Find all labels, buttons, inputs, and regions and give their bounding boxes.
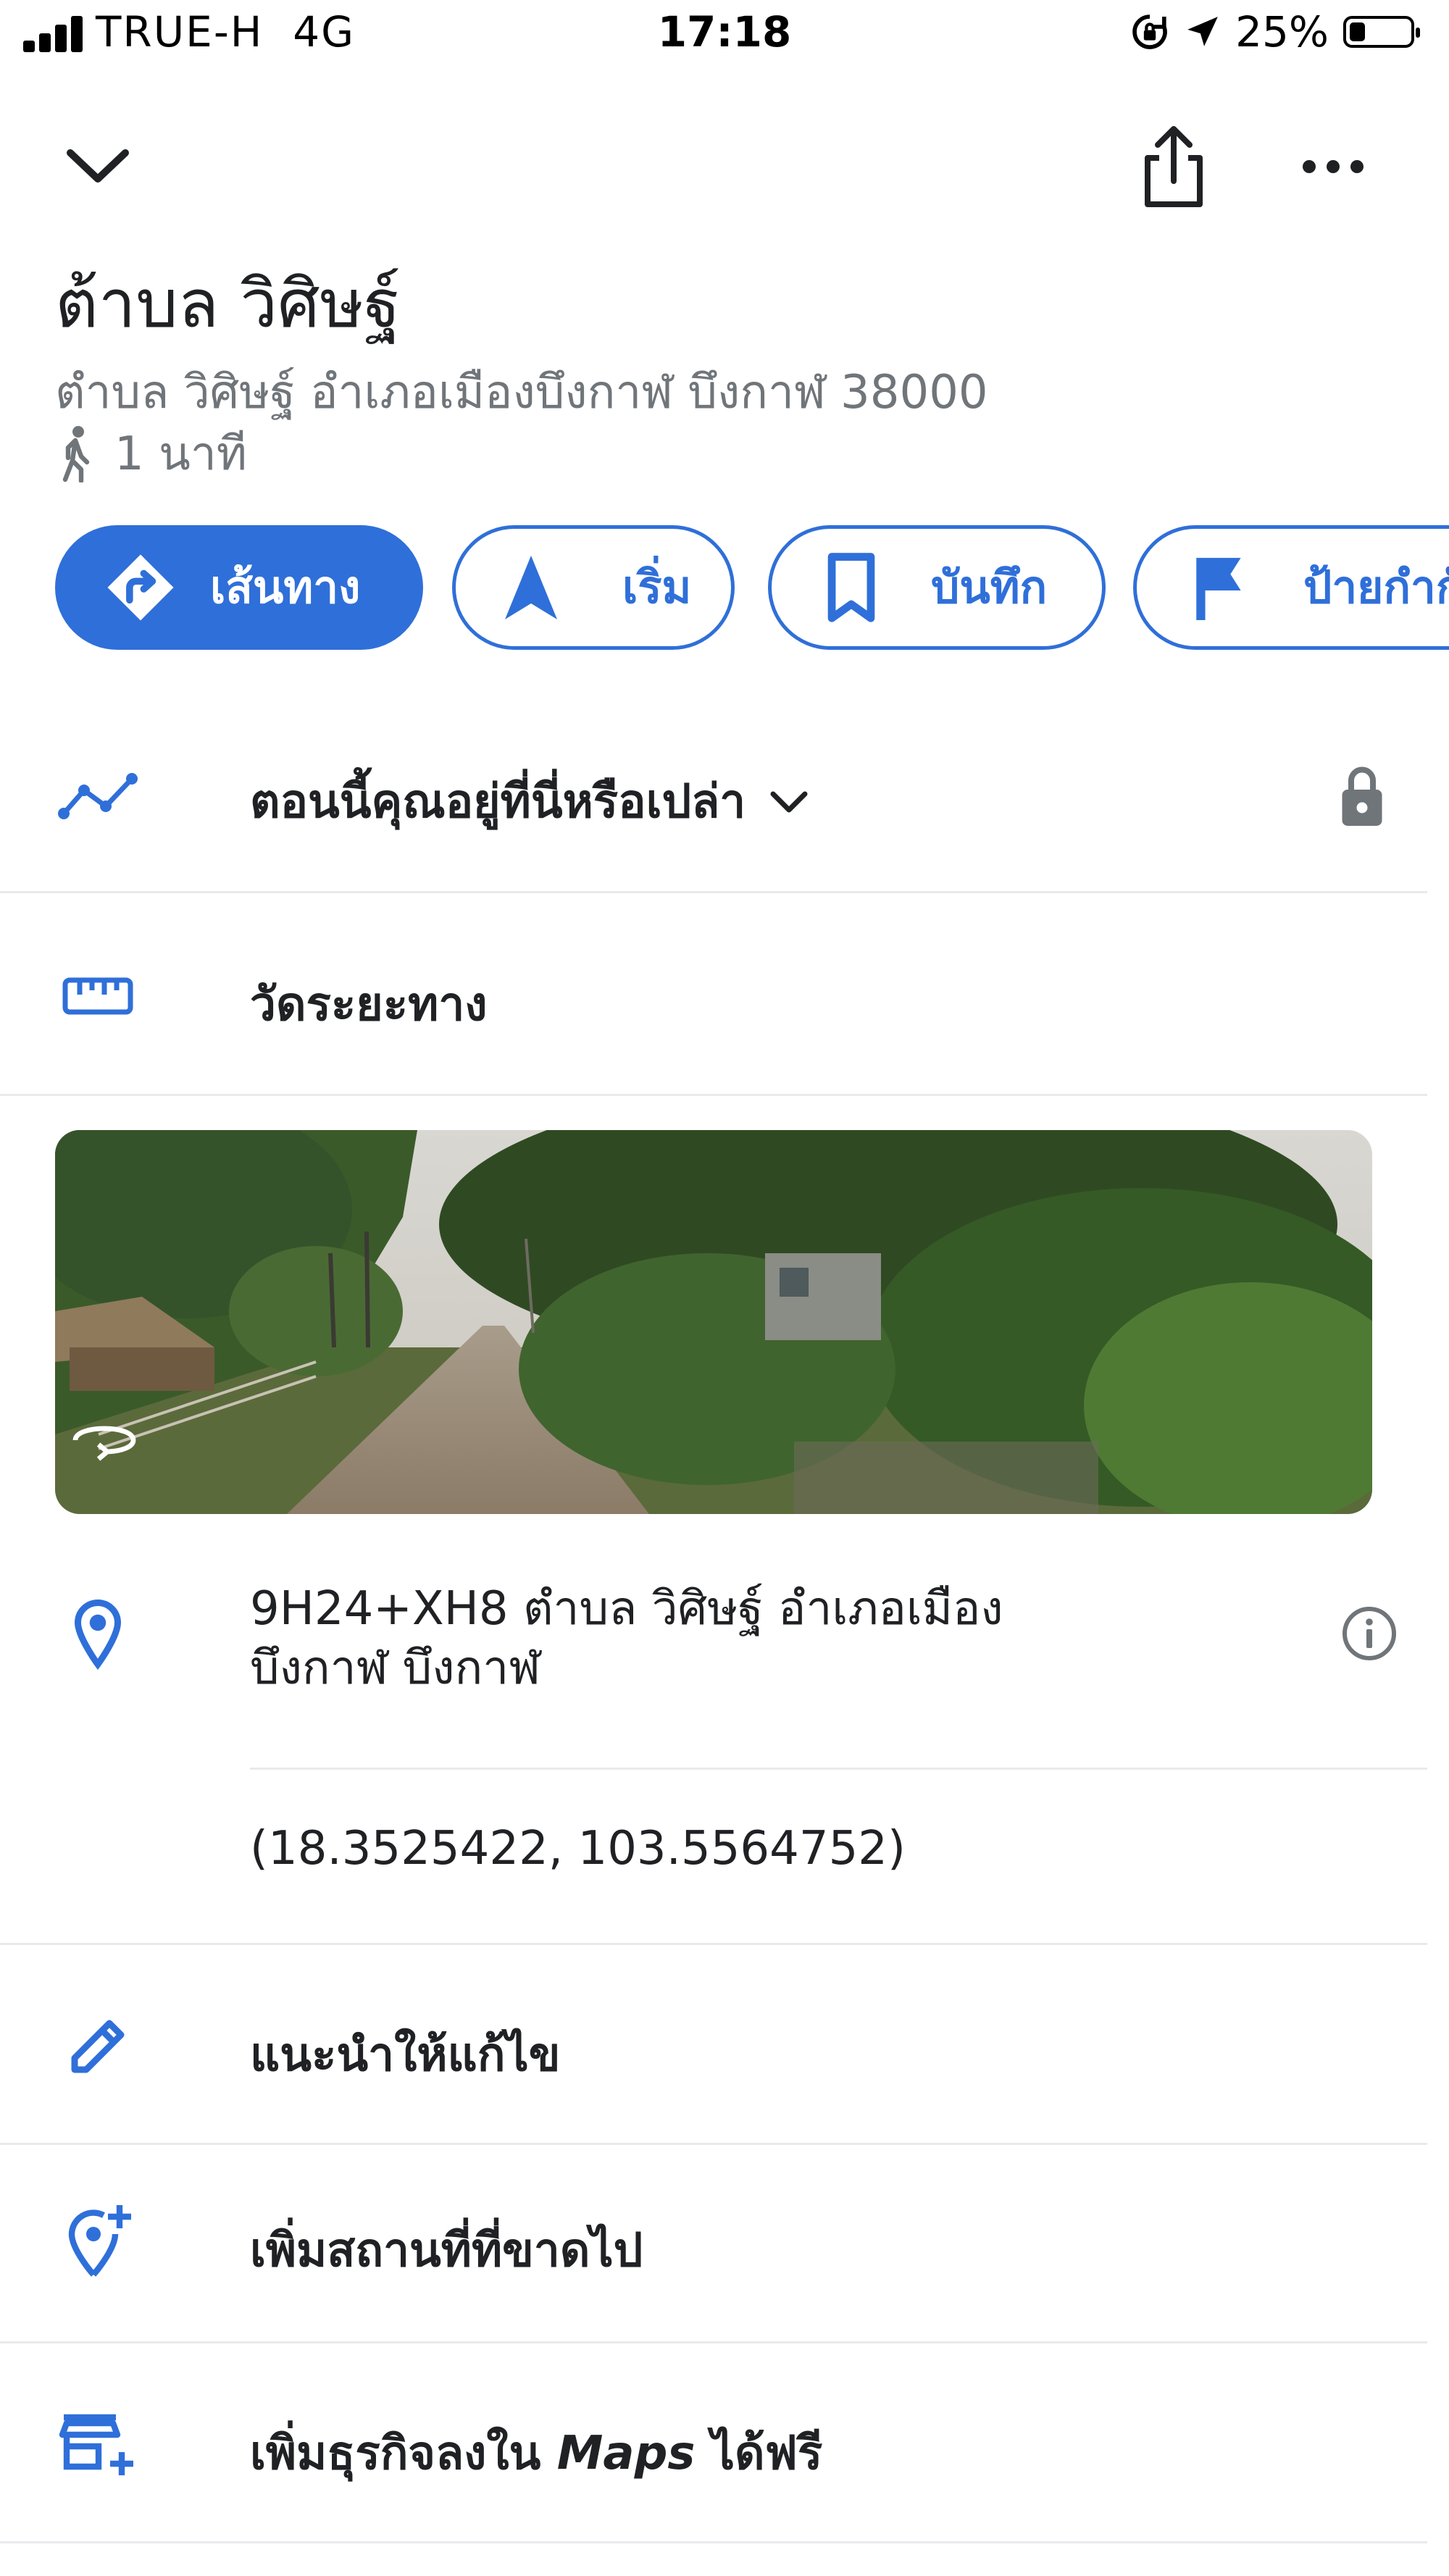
directions-button[interactable]: เส้นทาง	[55, 525, 423, 650]
info-icon[interactable]	[1340, 1605, 1398, 1663]
street-view-360-icon	[72, 1426, 136, 1461]
save-label: บันทึก	[931, 561, 1048, 614]
share-icon	[1145, 126, 1203, 207]
share-button[interactable]	[1130, 116, 1217, 217]
add-missing-place-label: เพิ่มสถานที่ที่ขาดไป	[250, 2224, 643, 2278]
save-button[interactable]: บันทึก	[768, 525, 1106, 650]
lock-icon	[1342, 766, 1382, 826]
directions-label: เส้นทาง	[210, 561, 361, 614]
add-business-icon	[59, 2414, 133, 2475]
more-horizontal-icon	[1303, 160, 1364, 173]
pencil-icon	[71, 2020, 125, 2073]
coordinates-label: (18.3525422, 103.5564752)	[250, 1822, 906, 1875]
address-row[interactable]: 9H24+XH8 ตำบล วิศิษฐ์ อำเภอเมือง บึงกาฬ …	[0, 1565, 1427, 1724]
chevron-down-icon	[67, 149, 129, 183]
navigation-arrow-icon	[505, 556, 557, 619]
more-options-button[interactable]	[1290, 130, 1377, 203]
add-business-row[interactable]: เพิ่มธุรกิจลงใน Maps ได้ฟรี	[0, 2354, 1427, 2535]
orientation-lock-icon	[1132, 14, 1167, 49]
divider	[0, 2541, 1427, 2543]
ruler-icon	[62, 977, 133, 1015]
place-title: ต้าบล วิศิษฐ์	[55, 265, 401, 343]
bookmark-icon	[827, 553, 875, 622]
divider	[0, 1094, 1427, 1096]
battery-level	[1350, 22, 1365, 41]
suggest-edit-label: แนะนำให้แก้ไข	[250, 2028, 561, 2082]
timeline-icon	[58, 773, 138, 819]
walking-person-icon	[62, 426, 90, 482]
start-button[interactable]: เริ่ม	[452, 525, 735, 650]
action-chips: เส้นทาง เริ่ม บันทึก ป้ายกำกั	[55, 525, 1449, 656]
add-location-icon	[68, 2205, 131, 2277]
start-label: เริ่ม	[622, 561, 692, 614]
label-chip-text: ป้ายกำกั	[1303, 561, 1449, 614]
measure-distance-row[interactable]: วัดระยะทาง	[0, 906, 1427, 1087]
add-business-label-maps: Maps	[556, 2427, 696, 2480]
collapse-button[interactable]	[51, 123, 145, 210]
battery-percent: 25%	[1235, 7, 1329, 57]
street-view-image	[55, 1130, 1372, 1514]
location-services-icon	[1187, 17, 1218, 46]
divider	[0, 891, 1427, 893]
street-view-thumbnail[interactable]	[55, 1130, 1372, 1514]
add-missing-place-row[interactable]: เพิ่มสถานที่ที่ขาดไป	[0, 2151, 1427, 2333]
add-business-label-prefix: เพิ่มธุรกิจลงใน	[250, 2427, 557, 2480]
flag-icon	[1196, 558, 1241, 620]
chevron-down-icon	[770, 791, 808, 813]
suggest-edit-row[interactable]: แนะนำให้แก้ไข	[0, 1956, 1427, 2137]
divider	[0, 1943, 1427, 1945]
add-business-label-suffix: ได้ฟรี	[695, 2427, 823, 2480]
timeline-row[interactable]: ตอนนี้คุณอยู่ที่นี่หรือเปล่า	[0, 724, 1427, 869]
location-pin-icon	[74, 1599, 122, 1670]
add-business-label: เพิ่มธุรกิจลงใน Maps ได้ฟรี	[250, 2416, 822, 2490]
divider	[0, 2341, 1427, 2343]
measure-distance-label: วัดระยะทาง	[250, 978, 488, 1032]
divider	[0, 2143, 1427, 2145]
status-right: 25%	[1129, 7, 1420, 57]
timeline-label: ตอนนี้คุณอยู่ที่นี่หรือเปล่า	[250, 775, 746, 829]
battery-icon	[1343, 16, 1420, 48]
address-line-2: บึงกาฬ บึงกาฬ	[250, 1642, 540, 1695]
label-button[interactable]: ป้ายกำกั	[1133, 525, 1449, 650]
directions-icon	[107, 554, 174, 621]
coordinates-row[interactable]: (18.3525422, 103.5564752)	[0, 1782, 1427, 1927]
status-bar: TRUE-H 4G 17:18 25%	[0, 0, 1449, 72]
address-line-1: 9H24+XH8 ตำบล วิศิษฐ์ อำเภอเมือง	[250, 1582, 1003, 1636]
divider	[250, 1768, 1427, 1770]
walking-time: 1 นาที	[55, 417, 247, 490]
walking-time-text: 1 นาที	[114, 427, 247, 481]
